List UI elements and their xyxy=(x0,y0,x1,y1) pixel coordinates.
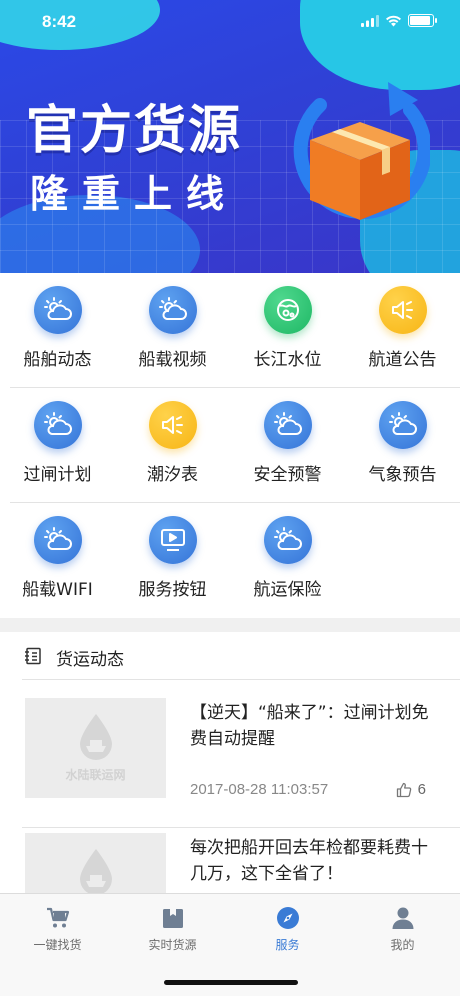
service-item-channel-notice[interactable]: 航道公告 xyxy=(345,273,460,388)
tab-live-cargo[interactable]: 实时货源 xyxy=(115,894,230,964)
service-label: 安全预警 xyxy=(253,465,322,485)
status-bar: 8:42 xyxy=(0,0,460,44)
speaker-icon xyxy=(149,401,197,449)
status-icons xyxy=(361,14,437,27)
service-item-ship-video[interactable]: 船载视频 xyxy=(115,273,230,388)
cart-icon xyxy=(47,907,70,928)
news-title: 【逆天】“船来了”：过闸计划免费自动提醒 xyxy=(190,703,429,749)
tab-label: 实时货源 xyxy=(148,938,197,952)
services-row: 船载WIFI 服务按钮 航运保险 xyxy=(0,503,460,618)
tab-services[interactable]: 服务 xyxy=(230,894,345,964)
service-item-ship-status[interactable]: 船舶动态 xyxy=(0,273,115,388)
service-item-safety-warning[interactable]: 安全预警 xyxy=(230,388,345,503)
cloud-sun-icon xyxy=(34,401,82,449)
news-list-icon xyxy=(25,647,41,665)
tab-profile[interactable]: 我的 xyxy=(345,894,460,964)
tab-label: 我的 xyxy=(390,938,415,952)
cloud-sun-icon xyxy=(34,516,82,564)
water-drop-logo-icon xyxy=(79,714,112,760)
services-grid: 船舶动态 船载视频 长江水位 航道公告 过闸计划 潮汐表 安全预警 气象预告 船… xyxy=(0,273,460,618)
tab-label: 一键找货 xyxy=(33,938,82,952)
cloud-sun-icon xyxy=(379,401,427,449)
compass-icon xyxy=(277,907,299,929)
user-icon xyxy=(392,907,414,929)
tab-find-cargo[interactable]: 一键找货 xyxy=(0,894,115,964)
speaker-icon xyxy=(379,286,427,334)
news-title: 每次把船开回去年检都要耗费十几万，这下全省了！ xyxy=(190,838,428,884)
cloud-sun-icon xyxy=(149,286,197,334)
service-item-water-level[interactable]: 长江水位 xyxy=(230,273,345,388)
service-label: 船载视频 xyxy=(138,350,207,370)
service-item-shipping-insurance[interactable]: 航运保险 xyxy=(230,503,345,618)
service-label: 航运保险 xyxy=(253,580,322,600)
news-section-header: 货运动态 xyxy=(0,632,460,680)
service-label: 潮汐表 xyxy=(147,465,198,485)
service-item-weather-forecast[interactable]: 气象预告 xyxy=(345,388,460,503)
services-row: 过闸计划 潮汐表 安全预警 气象预告 xyxy=(0,388,460,503)
thumbs-up-icon xyxy=(396,782,411,797)
cargo-box-icon xyxy=(293,82,430,220)
service-label: 过闸计划 xyxy=(23,465,92,485)
news-item[interactable]: 每次把船开回去年检都要耗费十几万，这下全省了！ xyxy=(0,828,460,893)
service-label: 气象预告 xyxy=(368,465,437,485)
status-time: 8:42 xyxy=(42,12,77,31)
thumbnail-watermark: 水陆联运网 xyxy=(65,768,126,782)
water-level-icon xyxy=(264,286,312,334)
cloud-sun-icon xyxy=(264,401,312,449)
service-item-service-button[interactable]: 服务按钮 xyxy=(115,503,230,618)
tab-label: 服务 xyxy=(275,938,300,952)
water-drop-logo-icon xyxy=(79,849,112,893)
promo-banner[interactable]: 8:42 官方货源 隆重上线 xyxy=(0,0,460,273)
service-label: 船舶动态 xyxy=(23,350,92,370)
battery-icon xyxy=(408,14,437,27)
box-icon xyxy=(163,909,183,928)
banner-subtitle: 隆重上线 xyxy=(30,172,239,216)
cloud-sun-icon xyxy=(264,516,312,564)
news-date: 2017-08-28 11:03:57 xyxy=(190,781,329,798)
service-label: 航道公告 xyxy=(368,350,437,370)
home-indicator[interactable] xyxy=(164,980,298,985)
wifi-icon xyxy=(386,15,401,26)
service-label: 长江水位 xyxy=(253,350,322,370)
like-count-value: 6 xyxy=(417,781,426,798)
services-row: 船舶动态 船载视频 长江水位 航道公告 xyxy=(0,273,460,388)
news-item[interactable]: 水陆联运网 【逆天】“船来了”：过闸计划免费自动提醒 2017-08-28 11… xyxy=(0,680,460,828)
like-count[interactable]: 6 xyxy=(396,781,426,798)
service-item-tide-table[interactable]: 潮汐表 xyxy=(115,388,230,503)
service-label: 服务按钮 xyxy=(138,580,207,600)
news-thumbnail xyxy=(25,833,166,893)
service-item-lock-plan[interactable]: 过闸计划 xyxy=(0,388,115,503)
service-item-ship-wifi[interactable]: 船载WIFI xyxy=(0,503,115,618)
news-section-title: 货运动态 xyxy=(56,650,124,670)
news-thumbnail: 水陆联运网 xyxy=(25,698,166,798)
banner-title: 官方货源 xyxy=(26,101,243,161)
monitor-play-icon xyxy=(149,516,197,564)
cloud-sun-icon xyxy=(34,286,82,334)
signal-icon xyxy=(361,14,379,27)
service-label: 船载WIFI xyxy=(22,580,93,600)
section-gap xyxy=(0,618,460,632)
